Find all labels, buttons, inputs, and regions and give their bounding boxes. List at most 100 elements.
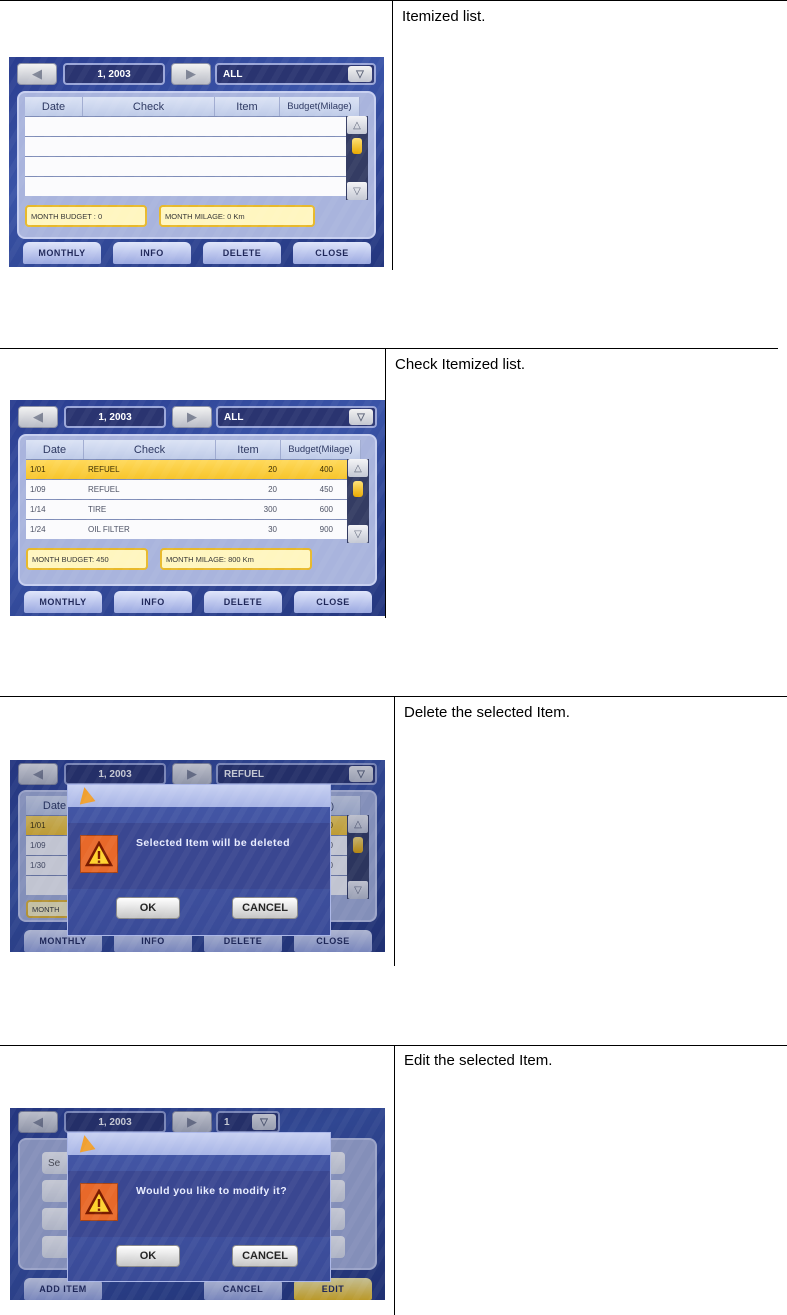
scroll-down-icon[interactable]: ▽ <box>348 525 368 543</box>
row-date: 1/01 <box>30 465 46 474</box>
next-month-button[interactable]: ▶ <box>171 63 211 85</box>
table-row[interactable]: 1/24 OIL FILTER 30 900 <box>26 519 361 539</box>
section-2-caption: Check Itemized list. <box>395 356 526 373</box>
bottom-bar: MONTHLY INFO DELETE CLOSE <box>15 242 378 264</box>
dialog-body: Selected Item will be deleted <box>68 823 330 889</box>
chevron-down-icon[interactable]: ▽ <box>348 66 372 82</box>
section-2-column-divider <box>385 348 386 618</box>
close-button[interactable]: CLOSE <box>293 242 371 264</box>
top-bar: ◀ 1, 2003 ▶ ALL ▽ <box>18 406 377 428</box>
itemized-list-screen: ◀ 1, 2003 ▶ ALL ▽ Date Check Item Budget… <box>9 57 384 267</box>
col-budget[interactable]: Budget(Milage) <box>281 440 361 459</box>
row-item: 20 <box>268 485 277 494</box>
table-row[interactable]: 1/01 REFUEL 20 400 <box>26 459 361 479</box>
section-3-caption: Delete the selected Item. <box>404 704 570 721</box>
row-check: TIRE <box>88 505 107 514</box>
row-date: 1/14 <box>30 505 46 514</box>
col-item[interactable]: Item <box>215 97 280 116</box>
prev-month-button[interactable]: ◀ <box>18 406 58 428</box>
table-row[interactable] <box>25 156 360 176</box>
modify-confirm-dialog: Would you like to modify it? OK CANCEL <box>67 1132 331 1282</box>
scroll-up-icon[interactable]: △ <box>348 459 368 477</box>
delete-confirm-dialog: Selected Item will be deleted OK CANCEL <box>67 784 331 936</box>
monthly-button[interactable]: MONTHLY <box>23 242 101 264</box>
info-button[interactable]: INFO <box>114 591 192 613</box>
col-check[interactable]: Check <box>83 97 215 116</box>
list-panel: Date Check Item Budget(Milage) △ ▽ MONTH… <box>17 91 376 239</box>
category-filter-select[interactable]: ALL ▽ <box>215 63 376 85</box>
chevron-down-icon[interactable]: ▽ <box>349 409 373 425</box>
row-item: 30 <box>268 525 277 534</box>
col-budget[interactable]: Budget(Milage) <box>280 97 360 116</box>
next-month-button[interactable]: ▶ <box>172 406 212 428</box>
close-button[interactable]: CLOSE <box>294 591 372 613</box>
month-budget-field: MONTH BUDGET : 0 <box>25 205 147 227</box>
scroll-down-icon[interactable]: ▽ <box>347 182 367 200</box>
dialog-cancel-button[interactable]: CANCEL <box>232 897 298 919</box>
row-date: 1/24 <box>30 525 46 534</box>
month-budget-field: MONTH BUDGET: 450 <box>26 548 148 570</box>
filter-value: ALL <box>223 68 243 80</box>
table-row[interactable]: 1/14 TIRE 300 600 <box>26 499 361 519</box>
scrollbar[interactable]: △ ▽ <box>346 116 368 200</box>
info-button[interactable]: INFO <box>113 242 191 264</box>
scrollbar[interactable]: △ ▽ <box>347 459 369 543</box>
table-row[interactable] <box>25 116 360 136</box>
section-2-top-rule <box>0 348 778 349</box>
dialog-message: Would you like to modify it? <box>136 1185 288 1197</box>
warning-icon <box>80 835 118 873</box>
col-check[interactable]: Check <box>84 440 216 459</box>
app-logo-icon <box>76 1133 96 1153</box>
bottom-bar: MONTHLY INFO DELETE CLOSE <box>16 591 379 613</box>
delete-button[interactable]: DELETE <box>204 591 282 613</box>
section-1-caption: Itemized list. <box>402 8 486 25</box>
month-milage-field: MONTH MILAGE: 800 Km <box>160 548 312 570</box>
row-check: REFUEL <box>88 485 120 494</box>
list-panel: Date Check Item Budget(Milage) 1/01 REFU… <box>18 434 377 586</box>
top-bar: ◀ 1, 2003 ▶ ALL ▽ <box>17 63 376 85</box>
arrow-right-icon: ▶ <box>186 66 196 81</box>
row-date: 1/09 <box>30 485 46 494</box>
scroll-thumb[interactable] <box>353 481 363 497</box>
row-item: 20 <box>268 465 277 474</box>
arrow-left-icon: ◀ <box>33 409 43 424</box>
dialog-ok-button[interactable]: OK <box>116 1245 180 1267</box>
dialog-cancel-button[interactable]: CANCEL <box>232 1245 298 1267</box>
table-row[interactable] <box>25 136 360 156</box>
row-check: REFUEL <box>88 465 120 474</box>
scroll-thumb[interactable] <box>352 138 362 154</box>
table-row[interactable] <box>25 176 360 196</box>
section-4-column-divider <box>394 1045 395 1315</box>
col-date[interactable]: Date <box>26 440 84 459</box>
col-date[interactable]: Date <box>25 97 83 116</box>
delete-item-screen: ◀ 1, 2003 ▶ REFUEL ▽ Date Milage) 1/01 0… <box>10 760 385 952</box>
warning-icon <box>80 1183 118 1221</box>
month-display: 1, 2003 <box>64 406 166 428</box>
filter-value: ALL <box>224 411 244 423</box>
row-item: 300 <box>263 505 277 514</box>
delete-button[interactable]: DELETE <box>203 242 281 264</box>
table-header: Date Check Item Budget(Milage) <box>25 97 360 116</box>
dialog-message: Selected Item will be deleted <box>136 837 290 849</box>
month-display: 1, 2003 <box>63 63 165 85</box>
edit-item-screen: ◀ 1, 2003 ▶ 1 ▽ Se ADD ITEM CANCEL EDIT … <box>10 1108 385 1300</box>
arrow-right-icon: ▶ <box>187 409 197 424</box>
prev-month-button[interactable]: ◀ <box>17 63 57 85</box>
dialog-title-bar <box>68 1133 330 1155</box>
section-1-top-rule <box>0 0 787 1</box>
section-4-caption: Edit the selected Item. <box>404 1052 553 1069</box>
check-itemized-list-screen: ◀ 1, 2003 ▶ ALL ▽ Date Check Item Budget… <box>10 400 385 616</box>
scroll-up-icon[interactable]: △ <box>347 116 367 134</box>
col-item[interactable]: Item <box>216 440 281 459</box>
monthly-button[interactable]: MONTHLY <box>24 591 102 613</box>
dialog-ok-button[interactable]: OK <box>116 897 180 919</box>
app-logo-icon <box>76 785 96 805</box>
dialog-body: Would you like to modify it? <box>68 1171 330 1237</box>
section-1-column-divider <box>392 0 393 270</box>
item-table: Date Check Item Budget(Milage) <box>25 97 360 196</box>
month-milage-field: MONTH MILAGE: 0 Km <box>159 205 315 227</box>
category-filter-select[interactable]: ALL ▽ <box>216 406 377 428</box>
table-row[interactable]: 1/09 REFUEL 20 450 <box>26 479 361 499</box>
table-header: Date Check Item Budget(Milage) <box>26 440 361 459</box>
dialog-title-bar <box>68 785 330 807</box>
